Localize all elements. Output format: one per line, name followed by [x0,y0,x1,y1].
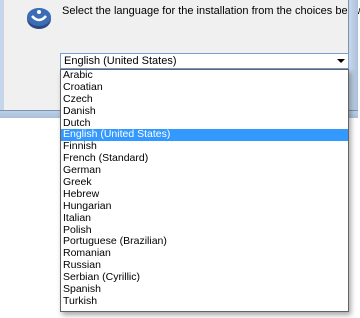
language-option[interactable]: Czech [61,93,348,106]
language-option[interactable]: Serbian (Cyrillic) [61,271,348,284]
instruction-text: Select the language for the installation… [62,5,360,17]
language-option[interactable]: Greek [61,176,348,189]
language-option[interactable]: Spanish [61,283,348,296]
language-icon [25,6,53,30]
language-option[interactable]: German [61,164,348,177]
language-option[interactable]: Italian [61,212,348,225]
language-combobox[interactable]: English (United States) [60,53,349,69]
combobox-selected-value: English (United States) [64,55,177,67]
language-option[interactable]: English (United States) [61,129,348,142]
language-dropdown-list[interactable]: Arabic Croatian Czech Danish Dutch English (U… [60,69,349,312]
window-frame-right [348,0,358,116]
language-option[interactable]: French (Standard) [61,152,348,165]
language-option[interactable]: Croatian [61,81,348,94]
language-option[interactable]: Turkish [61,295,348,308]
language-option[interactable]: Hebrew [61,188,348,201]
language-option[interactable]: Arabic [61,70,348,82]
language-option[interactable]: Hungarian [61,200,348,213]
language-option[interactable]: Romanian [61,247,348,260]
language-option[interactable]: Danish [61,105,348,118]
window-frame-left [0,0,4,116]
chevron-down-icon [337,59,345,63]
dropdown-button[interactable] [334,54,348,68]
